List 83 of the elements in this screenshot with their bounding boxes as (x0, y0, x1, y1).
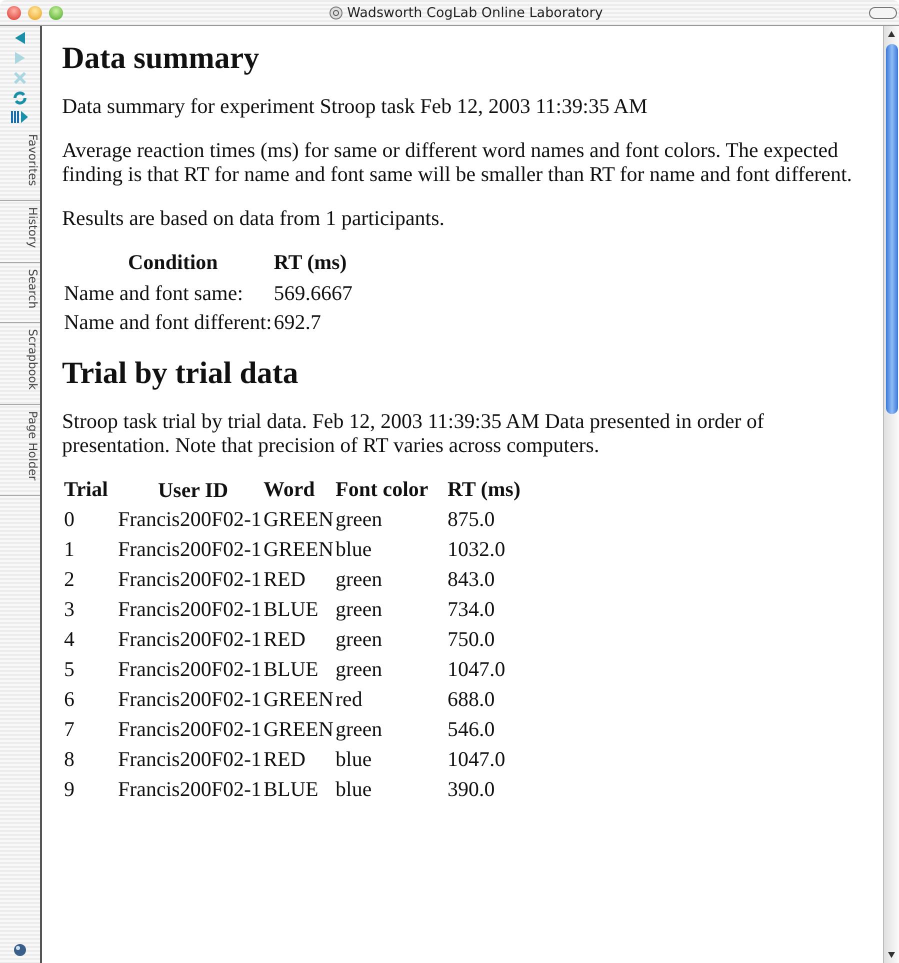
table-cell-text: Francis200F02-1 (118, 626, 262, 652)
table-cell-text: Francis200F02-1 (118, 596, 262, 622)
table-cell-text: blue (336, 746, 373, 772)
column-header: User ID (157, 477, 230, 504)
table-cell-text: blue (336, 776, 373, 802)
table-cell-text: green (336, 716, 384, 742)
column-header: Trial (64, 477, 109, 503)
zoom-button[interactable] (49, 6, 63, 20)
table-cell-text: Francis200F02-1 (118, 656, 262, 682)
table-cell-text: BLUE (264, 596, 320, 622)
table-cell-text: 7 (64, 716, 76, 742)
table-cell-text: blue (336, 536, 373, 562)
table-cell-text: 1047.0 (448, 656, 506, 682)
sidebar-tab[interactable]: History (0, 200, 40, 263)
table-cell-text: Francis200F02-1 (118, 776, 262, 802)
table-cell-text: 5 (64, 656, 76, 682)
table-cell-text: 0 (64, 506, 76, 532)
table-cell-text: 688.0 (448, 686, 496, 712)
table-cell-text: Francis200F02-1 (118, 566, 262, 592)
table-cell-text: 390.0 (448, 776, 496, 802)
table-cell-text: 9 (64, 776, 76, 802)
table-cell-text: 750.0 (448, 626, 496, 652)
table-cell-text: Francis200F02-1 (118, 716, 262, 742)
table-cell-text: RED (264, 746, 306, 772)
column-header: Font color (336, 477, 430, 503)
description-paragraph: Average reaction times (ms) for same or different word names and font colors. The expected finding is that RT for name and font same will be smaller than RT for name and font different. (62, 138, 853, 186)
table-cell-text: 692.7 (274, 310, 322, 336)
table-cell-text: green (336, 626, 384, 652)
table-cell-text: green (336, 596, 384, 622)
table-cell-text: 8 (64, 746, 76, 772)
table-cell-text: RED (264, 626, 306, 652)
table-cell-text: 546.0 (448, 716, 496, 742)
table-cell-text: GREEN (264, 716, 334, 742)
participants-line: Results are based on data from 1 participants. (62, 206, 446, 230)
close-button[interactable] (7, 6, 21, 20)
table-cell-text: green (336, 506, 384, 532)
table-cell-text: 1032.0 (448, 536, 506, 562)
column-header: Word (264, 477, 316, 503)
sidebar-panel-icon[interactable] (11, 110, 29, 124)
table-cell-text: 4 (64, 626, 76, 652)
table-cell-text: BLUE (264, 776, 320, 802)
table-cell-text: 734.0 (448, 596, 496, 622)
page-heading: Data summary (62, 40, 260, 76)
column-header: RT (ms) (448, 477, 520, 503)
column-header: RT (ms) (274, 250, 348, 276)
table-cell-text: Francis200F02-1 (118, 746, 262, 772)
table-cell-text: 1 (64, 536, 76, 562)
table-cell-text: Name and font different: (64, 310, 272, 336)
table-cell-text: GREEN (264, 686, 334, 712)
sidebar-tab[interactable]: Scrapbook (0, 323, 40, 406)
scroll-thumb[interactable] (886, 44, 898, 414)
sidebar-tab[interactable]: Favorites (0, 128, 40, 201)
experiment-line: Data summary for experiment Stroop task Feb 12, 2003 11:39:35 AM (62, 94, 648, 118)
table-cell-text: Francis200F02-1 (118, 506, 262, 532)
table-cell-text: red (336, 686, 364, 712)
table-cell-text: Francis200F02-1 (118, 536, 262, 562)
table-cell-text: GREEN (264, 506, 334, 532)
table-cell-text: BLUE (264, 656, 320, 682)
column-header: Condition (127, 250, 219, 276)
table-cell-text: Francis200F02-1 (118, 686, 262, 712)
table-cell-text: 2 (64, 566, 76, 592)
table-cell-text: 3 (64, 596, 76, 622)
table-cell-text: 569.6667 (274, 281, 353, 307)
toolbar-toggle-button[interactable] (869, 6, 897, 18)
globe-icon[interactable] (13, 943, 27, 957)
table-cell-text: green (336, 656, 384, 682)
window-title: Wadsworth CogLab Online Laboratory (347, 4, 603, 20)
table-cell-text: 843.0 (448, 566, 496, 592)
table-cell-text: Name and font same: (64, 281, 244, 307)
section-heading: Trial by trial data (62, 355, 300, 391)
scrollbar[interactable] (883, 26, 899, 963)
trial-description: Stroop task trial by trial data. Feb 12, 2003 11:39:35 AM Data presented in order of presentation. Note that precision of RT varies across computers. (62, 409, 766, 457)
scroll-up-icon[interactable] (887, 30, 896, 38)
scroll-down-icon[interactable] (887, 951, 896, 959)
table-cell-text: 6 (64, 686, 76, 712)
table-cell-text: 1047.0 (448, 746, 506, 772)
table-cell-text: green (336, 566, 384, 592)
table-cell-text: 875.0 (448, 506, 496, 532)
table-cell-text: RED (264, 566, 306, 592)
sidebar-tab[interactable]: Page Holder (0, 405, 40, 496)
refresh-icon[interactable] (12, 90, 28, 106)
table-cell-text: GREEN (264, 536, 334, 562)
sidebar-tab[interactable]: Search (0, 262, 40, 324)
